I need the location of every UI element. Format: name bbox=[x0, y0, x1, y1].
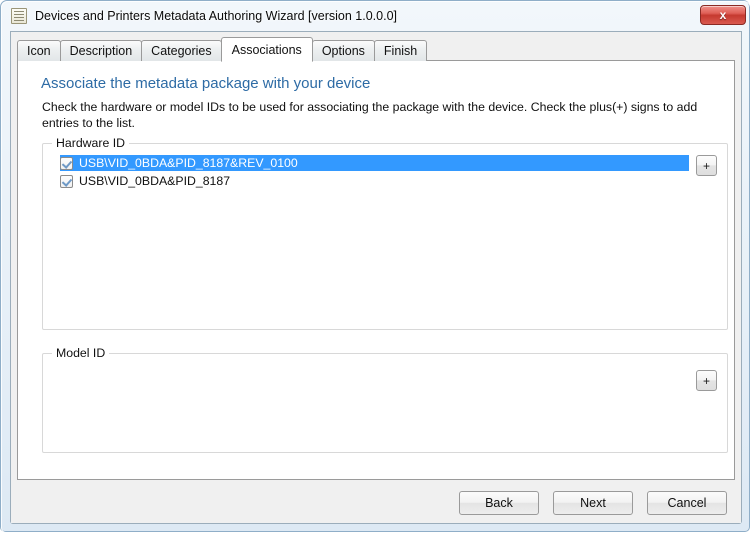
client-area: Icon Description Categories Associations… bbox=[10, 31, 742, 524]
tab-icon[interactable]: Icon bbox=[17, 40, 61, 61]
window-title: Devices and Printers Metadata Authoring … bbox=[35, 9, 397, 23]
model-id-group-label: Model ID bbox=[52, 346, 110, 360]
page-title: Associate the metadata package with your… bbox=[41, 75, 371, 92]
hardware-id-group-label: Hardware ID bbox=[52, 136, 130, 150]
tab-finish[interactable]: Finish bbox=[373, 40, 428, 61]
model-id-group: Model ID + bbox=[42, 346, 728, 453]
wizard-page-panel: Associate the metadata package with your… bbox=[17, 60, 735, 480]
tab-strip: Icon Description Categories Associations… bbox=[17, 36, 428, 62]
close-icon[interactable]: x bbox=[700, 5, 746, 25]
add-hardware-id-button[interactable]: + bbox=[696, 155, 717, 176]
back-button[interactable]: Back bbox=[459, 490, 539, 515]
page-description: Check the hardware or model IDs to be us… bbox=[42, 100, 698, 130]
add-model-id-button[interactable]: + bbox=[696, 370, 717, 391]
tab-categories[interactable]: Categories bbox=[141, 40, 222, 61]
next-button[interactable]: Next bbox=[553, 490, 633, 515]
footer-bar: Back Next Cancel bbox=[11, 482, 741, 523]
tab-description[interactable]: Description bbox=[59, 40, 143, 61]
tab-associations[interactable]: Associations bbox=[220, 37, 313, 62]
list-item[interactable]: USB\VID_0BDA&PID_8187&REV_0100 bbox=[60, 155, 689, 171]
title-bar[interactable]: Devices and Printers Metadata Authoring … bbox=[2, 2, 750, 30]
checkbox-checked-icon[interactable] bbox=[60, 174, 73, 188]
list-item-label: USB\VID_0BDA&PID_8187 bbox=[79, 174, 231, 188]
hardware-id-group: Hardware ID USB\VID_0BDA&PID_8187&REV_01… bbox=[42, 136, 728, 330]
list-item[interactable]: USB\VID_0BDA&PID_8187 bbox=[60, 173, 689, 189]
document-icon bbox=[11, 8, 27, 24]
list-item-label: USB\VID_0BDA&PID_8187&REV_0100 bbox=[79, 156, 298, 170]
application-window: Devices and Printers Metadata Authoring … bbox=[0, 0, 750, 532]
tab-options[interactable]: Options bbox=[311, 40, 375, 61]
checkbox-checked-icon[interactable] bbox=[60, 156, 73, 170]
cancel-button[interactable]: Cancel bbox=[647, 490, 727, 515]
